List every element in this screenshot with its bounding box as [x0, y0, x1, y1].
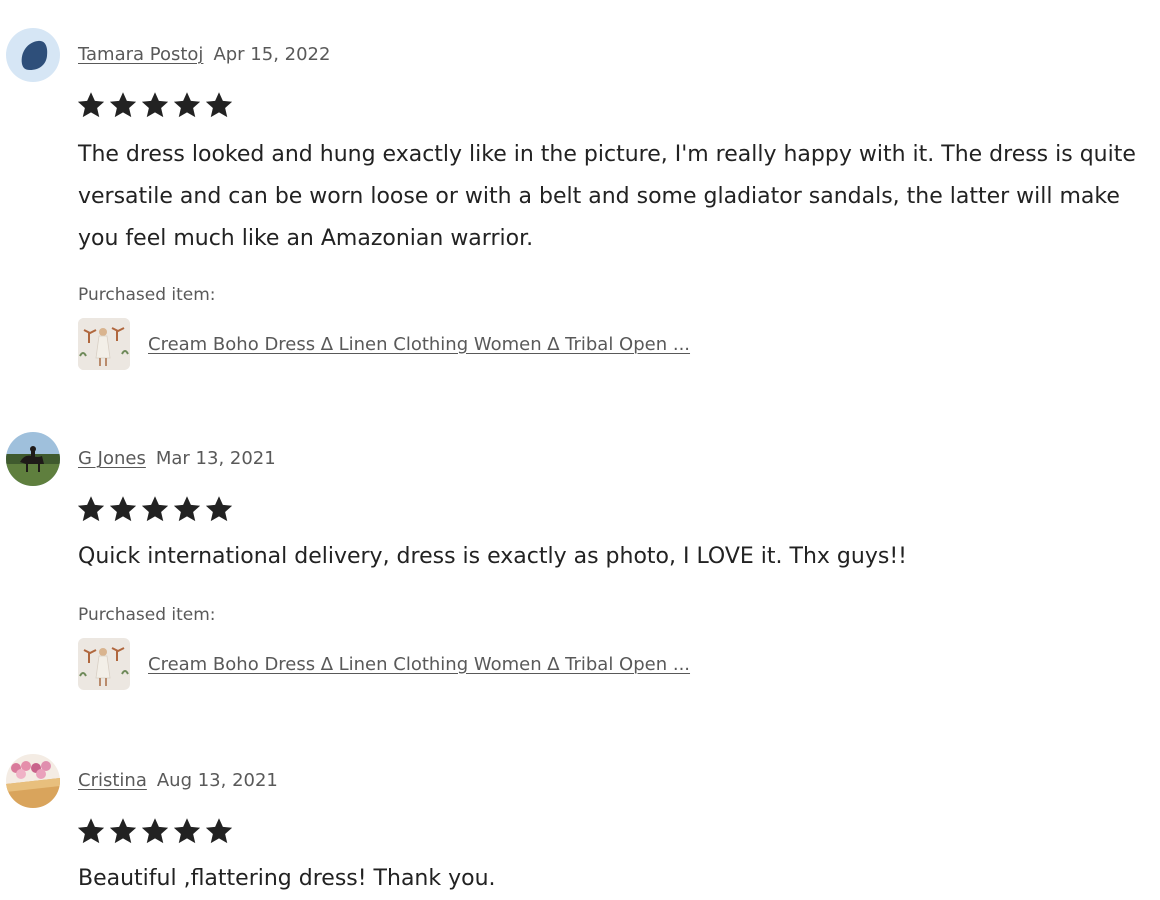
star-icon	[173, 496, 201, 522]
review-meta: Tamara Postoj Apr 15, 2022	[78, 44, 330, 66]
star-rating	[76, 816, 234, 846]
star-icon	[141, 92, 169, 118]
item-thumbnail[interactable]	[78, 318, 130, 370]
star-icon	[205, 818, 233, 844]
star-icon	[173, 92, 201, 118]
review-meta: G Jones Mar 13, 2021	[78, 448, 276, 470]
purchased-item-link[interactable]: Cream Boho Dress ∆ Linen Clothing Women …	[148, 654, 690, 675]
reviewer-avatar[interactable]	[6, 28, 60, 82]
star-icon	[77, 818, 105, 844]
reviewer-avatar[interactable]	[6, 754, 60, 808]
review-date: Mar 13, 2021	[155, 448, 276, 469]
purchased-item-label: Purchased item:	[78, 605, 216, 625]
review-meta: Cristina Aug 13, 2021	[78, 770, 278, 792]
star-icon	[77, 92, 105, 118]
item-thumbnail[interactable]	[78, 638, 130, 690]
star-icon	[109, 496, 137, 522]
purchased-item[interactable]: Cream Boho Dress ∆ Linen Clothing Women …	[78, 317, 690, 371]
star-icon	[205, 496, 233, 522]
star-icon	[77, 496, 105, 522]
review-text: Beautiful ,flattering dress! Thank you.	[78, 866, 496, 891]
reviewer-name-link[interactable]: G Jones	[78, 448, 146, 469]
star-rating	[76, 494, 234, 524]
review-date: Aug 13, 2021	[156, 770, 278, 791]
purchased-item-label: Purchased item:	[78, 285, 216, 305]
review-date: Apr 15, 2022	[213, 44, 331, 65]
star-icon	[141, 496, 169, 522]
star-icon	[173, 818, 201, 844]
star-icon	[109, 92, 137, 118]
star-icon	[141, 818, 169, 844]
reviewer-name-link[interactable]: Cristina	[78, 770, 147, 791]
review-text: Quick international delivery, dress is e…	[78, 544, 907, 569]
purchased-item[interactable]: Cream Boho Dress ∆ Linen Clothing Women …	[78, 637, 690, 691]
reviewer-name-link[interactable]: Tamara Postoj	[78, 44, 203, 65]
reviewer-avatar[interactable]	[6, 432, 60, 486]
purchased-item-link[interactable]: Cream Boho Dress ∆ Linen Clothing Women …	[148, 334, 690, 355]
review-text: The dress looked and hung exactly like i…	[78, 142, 1136, 251]
star-icon	[205, 92, 233, 118]
star-rating	[76, 90, 234, 120]
star-icon	[109, 818, 137, 844]
